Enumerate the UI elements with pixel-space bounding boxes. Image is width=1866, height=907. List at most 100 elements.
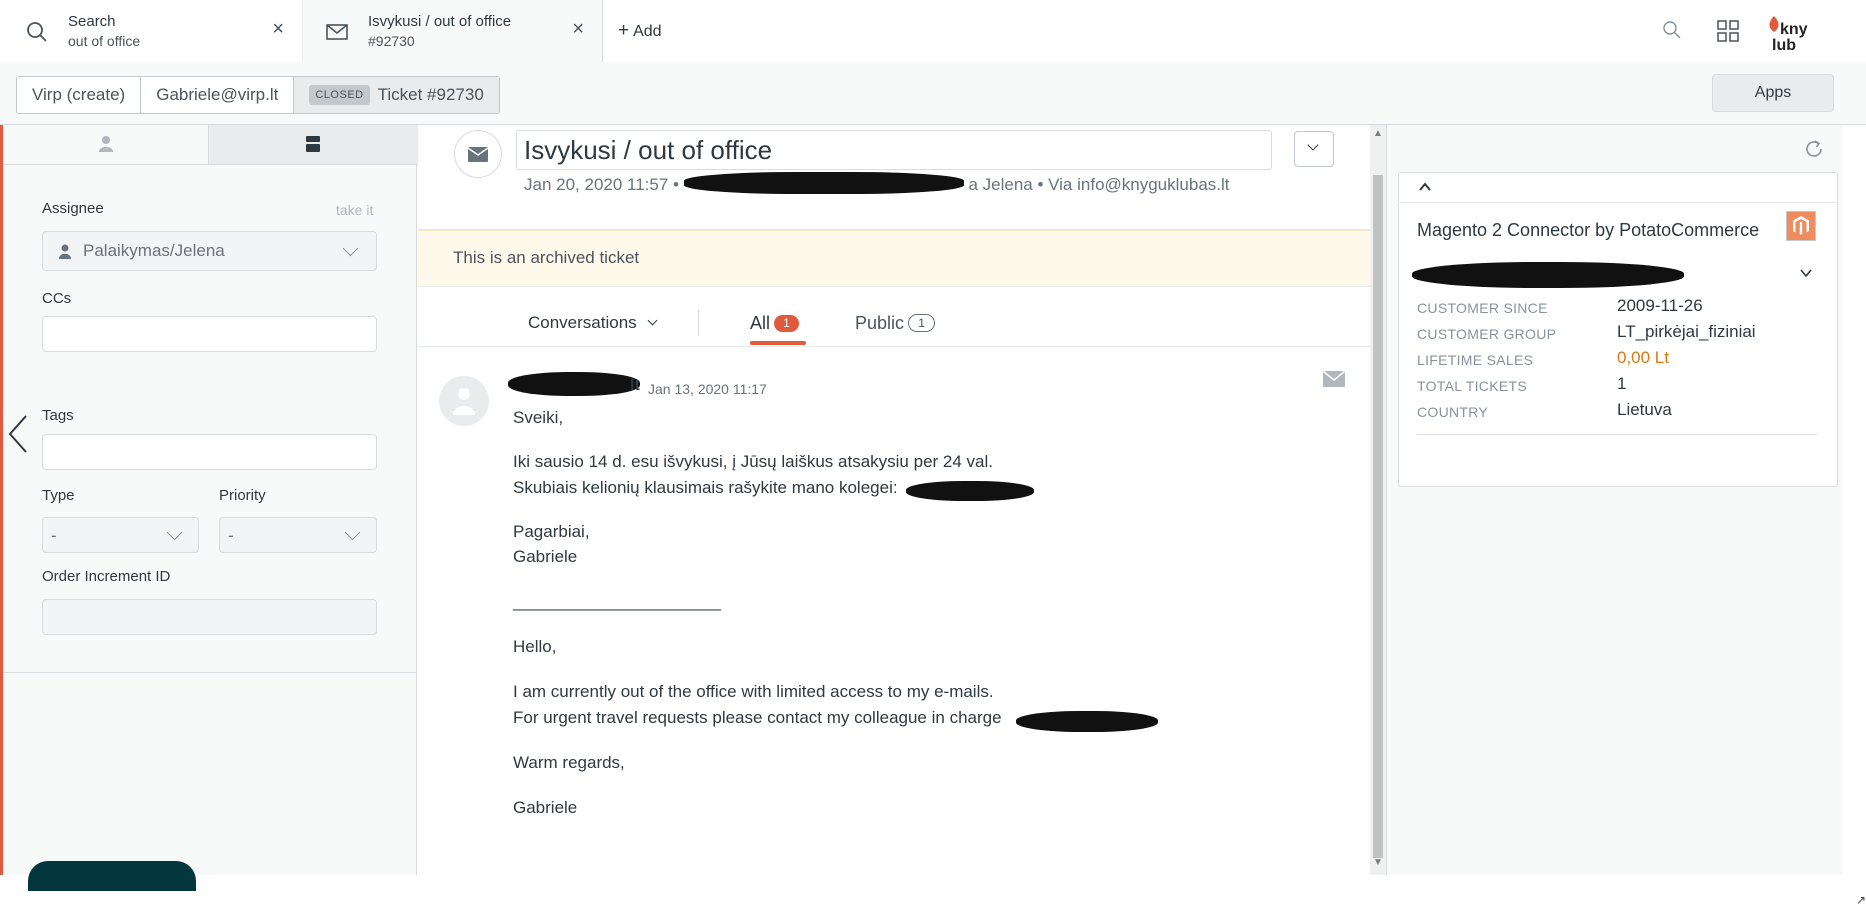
magento-logo <box>1786 211 1816 241</box>
divider <box>3 672 417 673</box>
total-tickets-label: TOTAL TICKETS <box>1417 378 1527 394</box>
message-line: Gabriele <box>513 547 578 566</box>
redacted-email <box>906 481 1034 501</box>
priority-label: Priority <box>219 487 266 504</box>
ccs-input[interactable] <box>42 316 377 352</box>
scroll-down-arrow-icon[interactable]: ▼ <box>1370 857 1386 871</box>
customer-group-value: LT_pirkėjai_fiziniai <box>1617 322 1756 341</box>
message-line: Pagarbiai, <box>513 522 590 541</box>
tab-subtitle: #92730 <box>368 33 415 49</box>
svg-text:lub: lub <box>1772 37 1796 54</box>
apps-button[interactable]: Apps <box>1712 74 1834 112</box>
redacted-requester <box>683 172 964 194</box>
breadcrumb-organization[interactable]: Virp (create) <box>17 77 142 113</box>
tab-ticket[interactable]: Isvykusi / out of office #92730 × <box>303 0 603 62</box>
add-tab-button[interactable]: + Add <box>618 20 662 42</box>
tab-public-label: Public <box>855 313 905 333</box>
tab-ticket-properties[interactable] <box>208 125 418 165</box>
redacted-email <box>1016 711 1158 732</box>
divider <box>1417 434 1817 435</box>
tags-label: Tags <box>42 407 74 424</box>
count-badge: 1 <box>908 314 936 332</box>
ticket-options-button[interactable] <box>1294 131 1334 167</box>
tab-search[interactable]: Search out of office × <box>3 0 303 62</box>
submit-button[interactable] <box>28 861 196 891</box>
country-value: Lietuva <box>1617 400 1672 419</box>
archived-notice-text: This is an archived ticket <box>453 248 640 267</box>
refresh-icon[interactable] <box>1803 138 1825 160</box>
message-line: I am currently out of the office with li… <box>513 682 994 701</box>
divider <box>418 346 1370 347</box>
ccs-label: CCs <box>42 290 72 307</box>
count-badge: 1 <box>774 315 800 332</box>
tab-user[interactable] <box>3 125 208 165</box>
tab-title: Search <box>68 13 116 30</box>
envelope-icon <box>326 24 348 40</box>
subject-field[interactable]: Isvykusi / out of office <box>516 130 1272 170</box>
status-badge: CLOSED <box>309 85 370 105</box>
priority-select[interactable]: - <box>219 517 377 553</box>
tab-all-label: All <box>750 313 771 333</box>
tab-public[interactable]: Public 1 <box>855 313 936 334</box>
user-icon <box>99 136 113 152</box>
app-title: Magento 2 Connector by PotatoCommerce <box>1417 220 1760 240</box>
message-line: Iki sausio 14 d. esu išvykusi, į Jūsų la… <box>513 452 993 471</box>
type-value: - <box>51 526 57 545</box>
breadcrumb-ticket[interactable]: CLOSED Ticket #92730 <box>294 77 499 113</box>
ticket-date: Jan 20, 2020 11:57 • <box>524 175 679 194</box>
user-icon <box>59 244 71 259</box>
search-icon[interactable] <box>1662 20 1682 40</box>
envelope-icon <box>1322 370 1346 387</box>
svg-text:kny: kny <box>1780 21 1808 38</box>
assignee-value: Palaikymas/Jelena <box>83 241 225 260</box>
customer-since-label: CUSTOMER SINCE <box>1417 300 1548 316</box>
sender-suffix: lt <box>630 377 640 394</box>
priority-value: - <box>228 526 234 545</box>
resize-icon[interactable]: ↗ <box>1856 893 1866 907</box>
tab-title: Isvykusi / out of office <box>368 13 512 30</box>
message-line: Hello, <box>513 637 557 656</box>
collapse-panel-icon[interactable] <box>4 412 34 456</box>
scroll-up-arrow-icon[interactable]: ▲ <box>1370 128 1386 142</box>
order-increment-label: Order Increment ID <box>42 568 171 585</box>
assignee-label: Assignee <box>42 200 104 217</box>
lifetime-sales-value: 0,00 Lt <box>1617 348 1669 367</box>
breadcrumb: Virp (create) Gabriele@virp.lt CLOSED Tic… <box>16 76 500 114</box>
type-select[interactable]: - <box>42 517 199 553</box>
channel-icon <box>454 130 502 178</box>
customer-since-value: 2009-11-26 <box>1617 296 1703 315</box>
conversations-filter[interactable]: Conversations <box>528 313 658 333</box>
assignee-select[interactable]: Palaikymas/Jelena <box>42 231 377 271</box>
message-line: Gabriele <box>513 798 578 817</box>
apps-grid-icon[interactable] <box>1717 20 1739 42</box>
close-icon[interactable]: × <box>272 19 284 39</box>
message-time: Jan 13, 2020 11:17 <box>648 381 767 397</box>
redacted-customer-name[interactable] <box>1412 262 1684 288</box>
tab-all[interactable]: All 1 <box>750 313 800 334</box>
chevron-up-icon[interactable] <box>1417 180 1433 194</box>
envelope-icon <box>468 147 488 162</box>
breadcrumb-requester[interactable]: Gabriele@virp.lt <box>141 77 295 113</box>
close-icon[interactable]: × <box>572 19 584 39</box>
total-tickets-value: 1 <box>1617 374 1627 393</box>
search-icon <box>27 22 47 42</box>
archived-notice: This is an archived ticket <box>418 230 1370 287</box>
message-line: Skubiais kelionių klausimais rašykite ma… <box>513 478 898 497</box>
brand-logo[interactable]: kny lub <box>1764 14 1814 54</box>
chevron-down-icon <box>166 524 183 541</box>
country-label: COUNTRY <box>1417 404 1489 420</box>
avatar[interactable] <box>439 376 489 426</box>
scrollbar-thumb[interactable] <box>1373 175 1383 858</box>
tags-input[interactable] <box>42 434 377 470</box>
message-separator: ______________________ <box>513 592 722 611</box>
redacted-sender <box>508 372 640 396</box>
order-increment-input[interactable] <box>42 599 377 635</box>
message-line: Warm regards, <box>513 753 625 772</box>
take-it-link[interactable]: take it <box>336 202 373 218</box>
card-icon <box>306 136 320 152</box>
ticket-meta: Jan 20, 2020 11:57 • a Jelena • Via info… <box>524 172 1230 195</box>
conversations-label: Conversations <box>528 313 637 332</box>
customer-group-label: CUSTOMER GROUP <box>1417 326 1557 342</box>
message-line: Sveiki, <box>513 408 564 427</box>
chevron-down-icon[interactable] <box>1799 266 1813 280</box>
